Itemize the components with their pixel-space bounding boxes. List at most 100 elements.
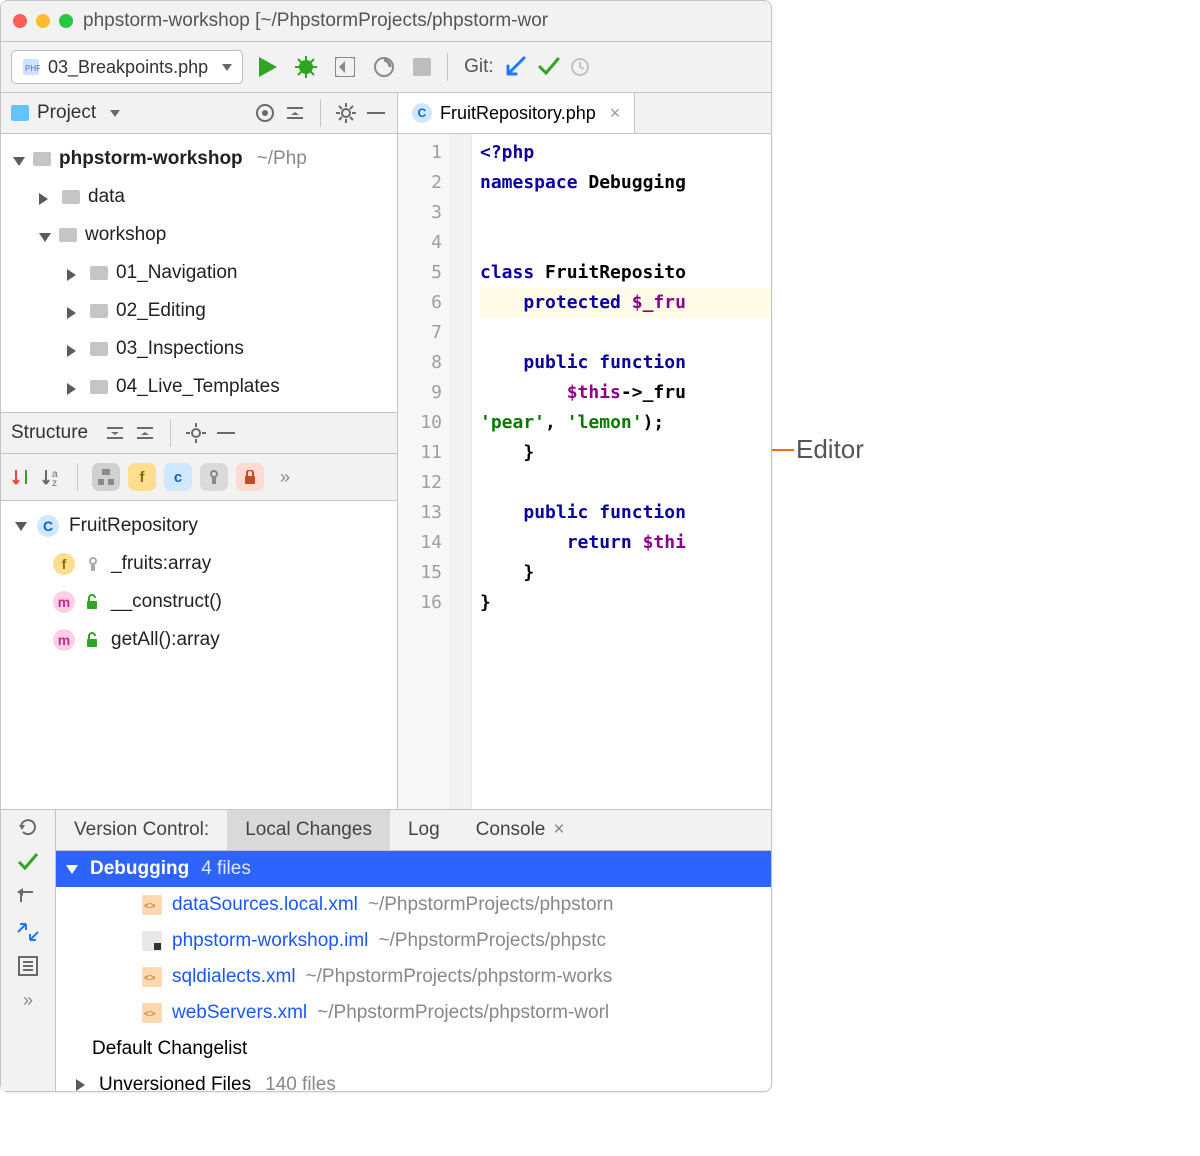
file-path: ~/PhpstormProjects/phpstc — [378, 930, 606, 952]
hide-panel-icon[interactable] — [365, 102, 387, 124]
project-tree[interactable]: phpstorm-workshop ~/Php data workshop 01… — [1, 134, 397, 412]
structure-member[interactable]: m getAll():array — [7, 621, 397, 659]
sort-alpha-icon[interactable]: az — [41, 466, 63, 488]
debug-icon[interactable] — [295, 56, 317, 78]
expand-all-icon[interactable] — [104, 422, 126, 444]
changelist-icon[interactable] — [18, 956, 38, 976]
svg-text:z: z — [52, 478, 57, 487]
vcs-tab-console[interactable]: Console× — [458, 810, 583, 850]
public-icon — [85, 594, 101, 610]
class-name: FruitRepository — [69, 515, 198, 537]
run-icon[interactable] — [259, 57, 277, 77]
close-tab-icon[interactable]: × — [553, 819, 564, 841]
filter-constants-icon[interactable]: c — [164, 463, 192, 491]
run-config-selector[interactable]: PHP 03_Breakpoints.php — [11, 50, 243, 84]
editor-tab-label: FruitRepository.php — [440, 103, 596, 124]
changed-file-row[interactable]: <> sqldialects.xml ~/PhpstormProjects/ph… — [56, 959, 771, 995]
history-icon[interactable] — [570, 57, 590, 77]
more-icon[interactable]: » — [280, 467, 290, 488]
more-icon[interactable]: » — [23, 990, 33, 1011]
vcs-tab-local-changes[interactable]: Local Changes — [227, 810, 390, 850]
file-path: ~/PhpstormProjects/phpstorm-works — [306, 966, 613, 988]
structure-member[interactable]: m __construct() — [7, 583, 397, 621]
field-icon: f — [53, 553, 75, 575]
svg-text:<>: <> — [144, 973, 156, 984]
chevron-down-icon — [222, 64, 232, 71]
main-toolbar: PHP 03_Breakpoints.php Git: — [1, 42, 771, 93]
vcs-tab-log[interactable]: Log — [390, 810, 458, 850]
structure-tree[interactable]: C FruitRepository f _fruits:array m __co… — [1, 501, 397, 699]
file-name: webServers.xml — [172, 1002, 307, 1024]
unversioned-label: Unversioned Files — [99, 1074, 251, 1091]
tree-folder-label: 01_Navigation — [116, 262, 237, 284]
gear-icon[interactable] — [185, 422, 207, 444]
tree-folder[interactable]: 04_Live_Templates — [5, 368, 397, 406]
close-tab-icon[interactable]: × — [610, 103, 621, 124]
vcs-tabs: Version Control: Local Changes Log Conso… — [56, 810, 771, 851]
annotation-editor: Editor — [796, 434, 864, 465]
stop-icon[interactable] — [413, 58, 431, 76]
filter-fields-icon[interactable]: f — [128, 463, 156, 491]
revert-icon[interactable] — [17, 886, 39, 908]
filter-private-icon[interactable] — [200, 463, 228, 491]
profile-icon[interactable] — [373, 56, 395, 78]
changelist-name: Debugging — [90, 858, 189, 880]
close-window-icon[interactable] — [13, 14, 27, 28]
tree-folder[interactable]: 03_Inspections — [5, 330, 397, 368]
filter-locked-icon[interactable] — [236, 463, 264, 491]
maximize-window-icon[interactable] — [59, 14, 73, 28]
changelist-row[interactable]: Debugging 4 files — [56, 851, 771, 887]
file-path: ~/PhpstormProjects/phpstorn — [368, 894, 614, 916]
project-root-label: phpstorm-workshop — [59, 148, 243, 170]
sort-visibility-icon[interactable] — [11, 466, 33, 488]
gear-icon[interactable] — [335, 102, 357, 124]
tree-folder[interactable]: 02_Editing — [5, 292, 397, 330]
structure-class[interactable]: C FruitRepository — [7, 507, 397, 545]
code-editor[interactable]: 12345678910111213141516 <?phpnamespace D… — [398, 134, 771, 812]
xml-file-icon: <> — [142, 895, 162, 915]
version-control-panel: » Version Control: Local Changes Log Con… — [1, 809, 771, 1091]
filter-inherited-icon[interactable] — [92, 463, 120, 491]
default-changelist-row[interactable]: Default Changelist — [56, 1031, 771, 1067]
collapse-all-icon[interactable] — [134, 422, 156, 444]
project-icon — [11, 105, 29, 121]
minimize-window-icon[interactable] — [36, 14, 50, 28]
xml-file-icon: <> — [142, 1003, 162, 1023]
iml-file-icon — [142, 931, 162, 951]
code-body[interactable]: <?phpnamespace Debugging class FruitRepo… — [472, 134, 771, 812]
file-name: sqldialects.xml — [172, 966, 296, 988]
commit-icon[interactable] — [536, 57, 560, 77]
refresh-icon[interactable] — [17, 816, 39, 838]
diff-icon[interactable] — [16, 922, 40, 942]
method-icon: m — [53, 591, 75, 613]
coverage-icon[interactable] — [335, 57, 355, 77]
hide-panel-icon[interactable] — [215, 422, 237, 444]
tree-folder[interactable]: workshop — [5, 216, 397, 254]
member-label: getAll():array — [111, 629, 220, 651]
tree-folder[interactable]: 01_Navigation — [5, 254, 397, 292]
tree-folder[interactable]: data — [5, 178, 397, 216]
structure-panel-title: Structure — [11, 422, 88, 444]
update-project-icon[interactable] — [504, 56, 526, 78]
project-panel-header: Project — [1, 93, 397, 134]
editor-tab[interactable]: C FruitRepository.php × — [398, 93, 635, 133]
editor-tabs: C FruitRepository.php × — [398, 93, 771, 134]
commit-icon[interactable] — [16, 852, 40, 872]
changes-list[interactable]: Debugging 4 files <> dataSources.local.x… — [56, 851, 771, 1091]
changed-file-row[interactable]: <> dataSources.local.xml ~/PhpstormProje… — [56, 887, 771, 923]
private-icon — [85, 556, 101, 572]
changed-file-row[interactable]: phpstorm-workshop.iml ~/PhpstormProjects… — [56, 923, 771, 959]
structure-member[interactable]: f _fruits:array — [7, 545, 397, 583]
fold-column[interactable] — [451, 134, 472, 812]
method-icon: m — [53, 629, 75, 651]
changed-file-row[interactable]: <> webServers.xml ~/PhpstormProjects/php… — [56, 995, 771, 1031]
project-root[interactable]: phpstorm-workshop ~/Php — [5, 140, 397, 178]
php-file-icon: PHP — [22, 58, 40, 76]
chevron-down-icon[interactable] — [110, 110, 120, 117]
unversioned-row[interactable]: Unversioned Files 140 files — [56, 1067, 771, 1091]
member-label: _fruits:array — [111, 553, 211, 575]
svg-text:PHP: PHP — [25, 64, 40, 73]
public-icon — [85, 632, 101, 648]
collapse-all-icon[interactable] — [284, 102, 306, 124]
scroll-to-source-icon[interactable] — [254, 102, 276, 124]
